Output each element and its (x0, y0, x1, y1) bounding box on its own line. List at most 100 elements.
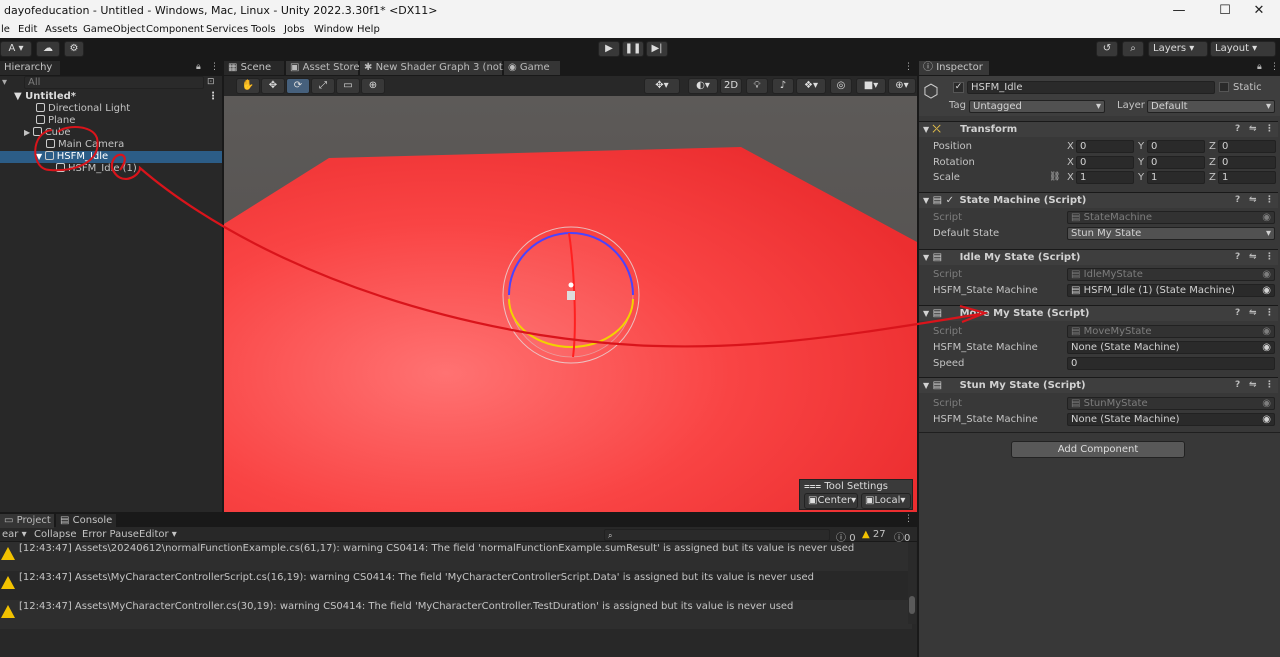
console-scrollbar-thumb[interactable] (909, 596, 915, 614)
preset-icon[interactable]: ⇋ (1249, 122, 1257, 137)
tab-shader-graph[interactable]: ✱ New Shader Graph 3 (not... (360, 61, 512, 75)
constrain-scale-icon[interactable]: ⛓ (1049, 172, 1060, 182)
state-machine-object-field[interactable]: None (State Machine) ◉ (1067, 413, 1275, 426)
history-icon[interactable]: ↺ (1096, 41, 1118, 57)
warning-count[interactable]: ▲ 27 (862, 529, 886, 540)
menu-tools[interactable]: Tools (251, 24, 276, 35)
position-z-input[interactable]: 0 (1218, 140, 1276, 153)
hierarchy-item-main-camera[interactable]: Main Camera (0, 139, 222, 151)
menu-window[interactable]: Window (314, 24, 353, 35)
layout-dropdown[interactable]: Layout ▾ (1210, 41, 1276, 57)
state-machine-object-field[interactable]: ▤ HSFM_Idle (1) (State Machine) ◉ (1067, 284, 1275, 297)
menu-services[interactable]: Services (206, 24, 248, 35)
editor-dropdown[interactable]: Editor ▾ (139, 529, 177, 540)
help-icon[interactable]: ? (1235, 378, 1240, 393)
more-icon[interactable]: ⋮ (1270, 62, 1279, 72)
more-icon[interactable]: ⋮ (210, 62, 219, 72)
preset-icon[interactable]: ⇋ (1249, 306, 1257, 321)
help-icon[interactable]: ? (1235, 306, 1240, 321)
gizmo-orientation-icon[interactable]: ✥▾ (644, 78, 680, 94)
idle-state-header[interactable]: ▼ ▤ Idle My State (Script) ? ⇋ ⋮ (919, 249, 1278, 265)
lock-icon[interactable]: 🔒︎ (1257, 62, 1262, 72)
preset-icon[interactable]: ⇋ (1249, 250, 1257, 265)
lock-icon[interactable]: 🔒︎ (196, 62, 201, 72)
console-scrollbar[interactable] (908, 542, 916, 624)
hierarchy-item-plane[interactable]: Plane (0, 115, 222, 127)
menu-edit[interactable]: Edit (18, 24, 37, 35)
state-machine-header[interactable]: ▼ ▤ ✓ State Machine (Script) ? ⇋ ⋮ (919, 192, 1278, 208)
scene-menu-icon[interactable]: ⋮ (208, 91, 218, 103)
rotation-x-input[interactable]: 0 (1076, 156, 1134, 169)
hierarchy-item-hsfm-idle-1[interactable]: HSFM_Idle (1) (0, 163, 222, 175)
effects-icon[interactable]: ❖▾ (796, 78, 826, 94)
local-dropdown[interactable]: ▣Local▾ (861, 493, 911, 509)
menu-assets[interactable]: Assets (45, 24, 78, 35)
hierarchy-item-directional-light[interactable]: Directional Light (0, 103, 222, 115)
rotation-y-input[interactable]: 0 (1147, 156, 1205, 169)
layers-dropdown[interactable]: Layers ▾ (1148, 41, 1208, 57)
tag-dropdown[interactable]: Untagged ▾ (969, 100, 1105, 113)
audio-icon[interactable]: ♪ (772, 78, 794, 94)
tab-game[interactable]: ◉ Game (504, 61, 560, 75)
scale-z-input[interactable]: 1 (1218, 171, 1276, 184)
transform-tool-icon[interactable]: ⊕ (361, 78, 385, 94)
more-icon[interactable]: ⋮ (904, 514, 913, 524)
help-icon[interactable]: ? (1235, 250, 1240, 265)
menu-component[interactable]: Component (146, 24, 204, 35)
error-pause-button[interactable]: Error Pause (82, 529, 139, 540)
default-state-dropdown[interactable]: Stun My State ▾ (1067, 227, 1275, 240)
toggle-2d-button[interactable]: 2D (720, 78, 742, 94)
menu-gameobject[interactable]: GameObject (83, 24, 145, 35)
scale-x-input[interactable]: 1 (1076, 171, 1134, 184)
hierarchy-search-input[interactable]: All (24, 76, 204, 89)
component-menu-icon[interactable]: ⋮ (1265, 122, 1274, 137)
console-search-input[interactable]: ⌕ (604, 529, 830, 541)
hierarchy-item-hsfm-idle[interactable]: ▼ HSFM_Idle (0, 151, 222, 163)
search-filter-icon[interactable]: ⊡ (207, 77, 215, 87)
account-dropdown[interactable]: A ▾ (0, 41, 32, 57)
lighting-icon[interactable]: 💡︎ (746, 78, 768, 94)
menu-help[interactable]: Help (357, 24, 380, 35)
preset-icon[interactable]: ⇋ (1249, 378, 1257, 393)
gameobject-name-input[interactable]: HSFM_Idle (967, 81, 1215, 94)
tab-console[interactable]: ▤ Console (56, 514, 116, 528)
center-dropdown[interactable]: ▣Center▾ (804, 493, 858, 509)
tab-asset-store[interactable]: ▣ Asset Store (286, 61, 360, 75)
search-icon[interactable]: ⌕ (1122, 41, 1144, 57)
minimize-button[interactable]: — (1156, 0, 1202, 22)
tab-inspector[interactable]: ⓘ Inspector (919, 61, 989, 75)
move-tool-icon[interactable]: ✥ (261, 78, 285, 94)
rotation-z-input[interactable]: 0 (1218, 156, 1276, 169)
menu-file[interactable]: le (1, 24, 10, 35)
component-menu-icon[interactable]: ⋮ (1265, 306, 1274, 321)
pause-button[interactable]: ❚❚ (622, 41, 644, 57)
add-component-button[interactable]: Add Component (1011, 441, 1185, 458)
help-icon[interactable]: ? (1235, 193, 1240, 208)
console-log-row[interactable]: [12:43:47] Assets\20240612\normalFunctio… (0, 542, 912, 571)
scene-root-row[interactable]: ▼ Untitled* ⋮ (0, 91, 222, 103)
shading-mode-icon[interactable]: ◐▾ (688, 78, 718, 94)
cloud-icon[interactable]: ☁ (36, 41, 60, 57)
visibility-icon[interactable]: ◎ (830, 78, 852, 94)
position-y-input[interactable]: 0 (1147, 140, 1205, 153)
gizmos-icon[interactable]: ⊕▾ (888, 78, 916, 94)
scene-viewport[interactable]: ⩶ Tool Settings ▣Center▾ ▣Local▾ (224, 96, 917, 512)
camera-icon[interactable]: ■▾ (856, 78, 886, 94)
play-button[interactable]: ▶ (598, 41, 620, 57)
tab-hierarchy[interactable]: Hierarchy (0, 61, 60, 75)
component-menu-icon[interactable]: ⋮ (1265, 250, 1274, 265)
scale-tool-icon[interactable]: ⤢ (311, 78, 335, 94)
rect-tool-icon[interactable]: ▭ (336, 78, 360, 94)
scale-y-input[interactable]: 1 (1147, 171, 1205, 184)
preset-icon[interactable]: ⇋ (1249, 193, 1257, 208)
scene-more-icon[interactable]: ⋮ (904, 62, 913, 72)
menu-jobs[interactable]: Jobs (284, 24, 305, 35)
active-checkbox[interactable]: ✓ (953, 82, 964, 93)
component-menu-icon[interactable]: ⋮ (1265, 378, 1274, 393)
component-menu-icon[interactable]: ⋮ (1265, 193, 1274, 208)
console-log-row[interactable]: [12:43:47] Assets\MyCharacterController.… (0, 600, 912, 629)
move-state-header[interactable]: ▼ ▤ Move My State (Script) ? ⇋ ⋮ (919, 305, 1278, 321)
rotate-tool-icon[interactable]: ⟳ (286, 78, 310, 94)
clear-button[interactable]: ear ▾ (2, 529, 27, 540)
hand-tool-icon[interactable]: ✋ (236, 78, 260, 94)
